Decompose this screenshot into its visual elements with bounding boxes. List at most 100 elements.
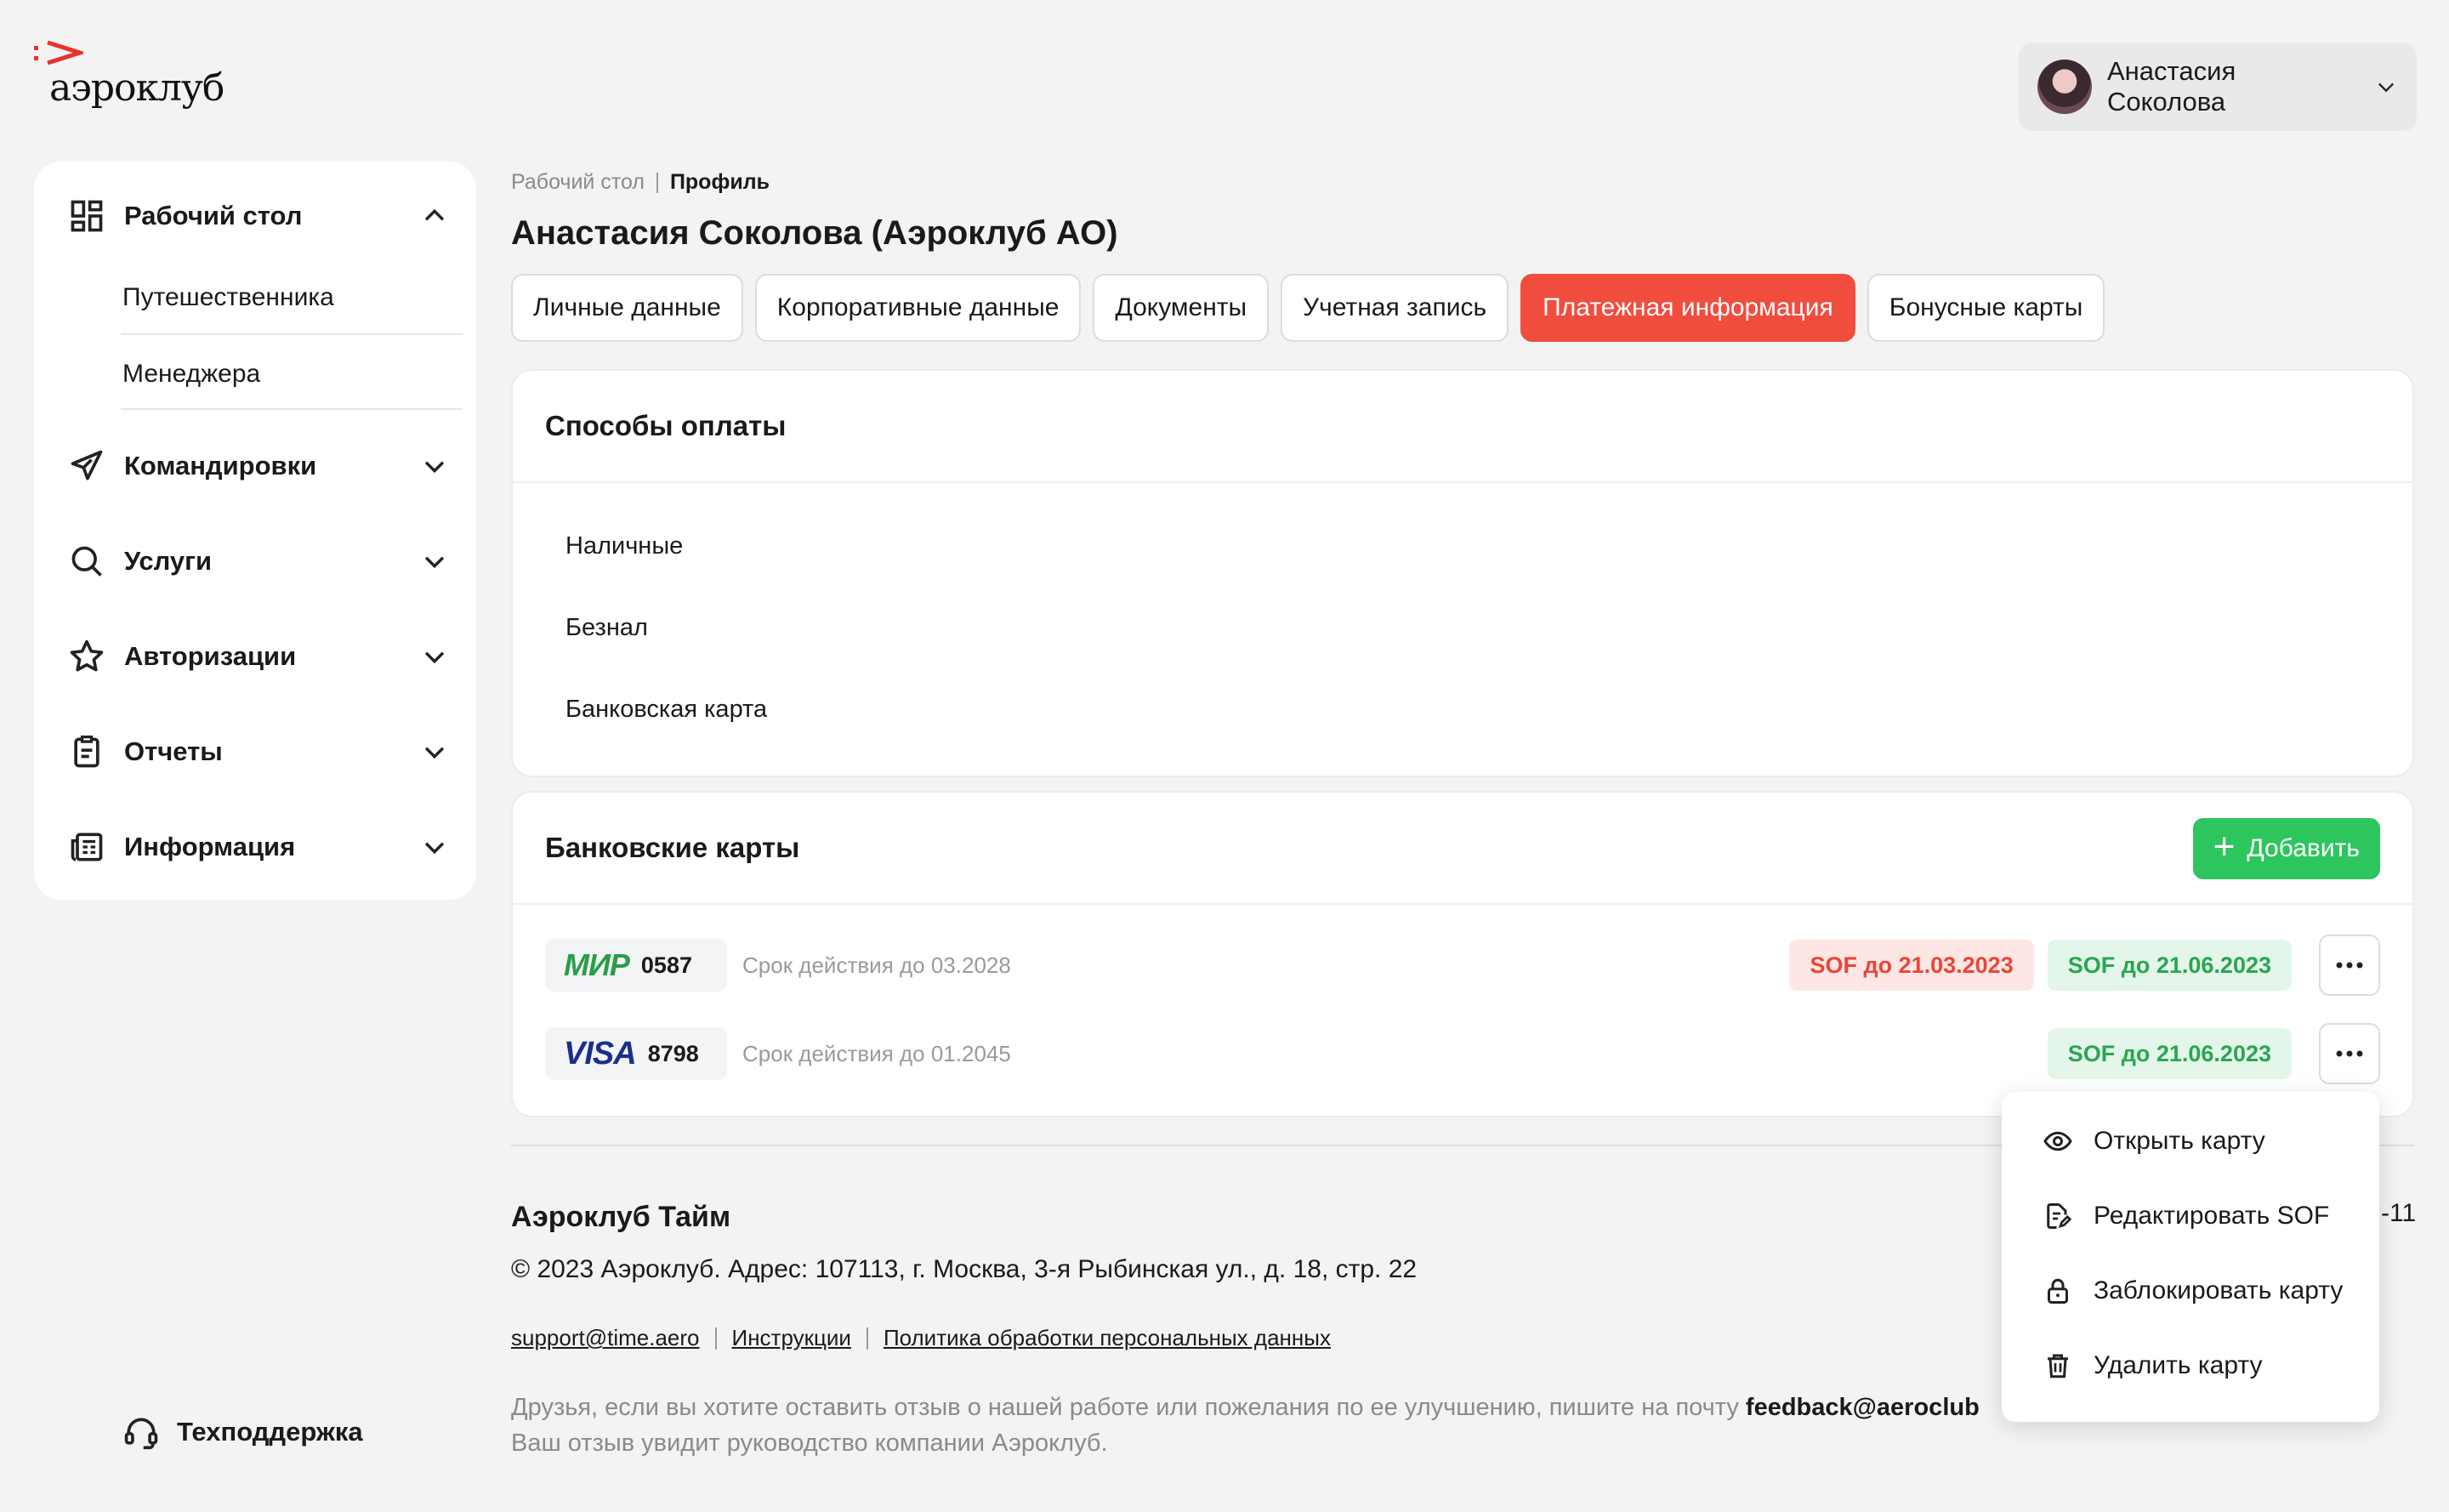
chevron-down-icon	[424, 461, 445, 474]
chevron-down-icon	[424, 842, 445, 855]
divider	[121, 408, 463, 410]
sidebar-item-dashboard[interactable]: Рабочий стол	[68, 190, 459, 242]
profile-tabs: Личные данные Корпоративные данные Докум…	[511, 274, 2105, 342]
more-dots-icon	[2336, 1050, 2363, 1057]
tab-account[interactable]: Учетная запись	[1281, 274, 1509, 342]
support-link[interactable]: Техподдержка	[122, 1413, 363, 1451]
avatar	[2037, 60, 2092, 114]
breadcrumb-separator	[656, 172, 658, 193]
sidebar-item-reports[interactable]: Отчеты	[68, 726, 459, 777]
newspaper-icon	[71, 833, 103, 861]
bank-cards-title: Банковские карты	[513, 793, 2412, 905]
dashboard-icon	[71, 200, 103, 232]
payment-methods-title: Способы оплаты	[513, 371, 2412, 483]
chevron-up-icon	[424, 208, 445, 221]
plus-icon: +	[2213, 826, 2236, 867]
link-separator	[714, 1327, 717, 1350]
sidebar-subitem-label: Менеджера	[122, 360, 261, 388]
footer-note-text-2: Ваш отзыв увидит руководство компании Аэ…	[511, 1430, 1108, 1457]
chevron-down-icon	[424, 556, 445, 569]
card-brand-badge: МИР 0587	[545, 939, 727, 992]
sidebar-subitem-traveler[interactable]: Путешественника	[88, 260, 463, 335]
instructions-link[interactable]: Инструкции	[732, 1325, 851, 1351]
sidebar-item-authorizations[interactable]: Авторизации	[68, 631, 459, 682]
menu-item-label: Редактировать SOF	[2094, 1202, 2330, 1230]
card-last4: 0587	[640, 952, 692, 978]
chevron-down-icon	[424, 747, 445, 759]
footer-note-text: Друзья, если вы хотите оставить отзыв о …	[511, 1394, 1746, 1421]
paper-plane-icon	[71, 450, 103, 480]
user-name: Анастасия Соколова	[2107, 56, 2236, 117]
star-icon	[70, 639, 104, 672]
card-more-button[interactable]	[2319, 1023, 2380, 1084]
sidebar-item-label: Отчеты	[124, 736, 223, 766]
card-expiry: Срок действия до 01.2045	[742, 1040, 1011, 1066]
sidebar-subitem-label: Путешественника	[122, 283, 334, 311]
footer-right-fragment: -11	[2381, 1199, 2417, 1227]
sidebar-item-label: Рабочий стол	[124, 201, 303, 230]
menu-item-label: Открыть карту	[2094, 1127, 2265, 1155]
card-more-button[interactable]	[2319, 935, 2380, 996]
card-last4: 8798	[647, 1040, 699, 1066]
tab-bonus-cards[interactable]: Бонусные карты	[1867, 274, 2105, 342]
menu-item-label: Заблокировать карту	[2094, 1276, 2344, 1305]
sidebar-item-label: Услуги	[124, 546, 213, 576]
trash-icon	[2048, 1354, 2068, 1378]
payment-method-noncash[interactable]: Безнал	[565, 614, 648, 642]
sidebar-item-information[interactable]: Информация	[68, 821, 459, 873]
clipboard-icon	[74, 735, 99, 768]
menu-open-card[interactable]: Открыть карту	[2043, 1126, 2265, 1157]
bank-cards-title-text: Банковские карты	[545, 832, 800, 863]
menu-block-card[interactable]: Заблокировать карту	[2043, 1276, 2343, 1306]
breadcrumb-parent[interactable]: Рабочий стол	[511, 170, 645, 195]
sidebar-item-services[interactable]: Услуги	[68, 536, 459, 587]
payment-method-cash[interactable]: Наличные	[565, 532, 683, 560]
sidebar-item-label: Командировки	[124, 451, 317, 480]
sidebar-item-label: Авторизации	[124, 641, 297, 671]
logo-text: аэроклуб	[49, 66, 224, 110]
edit-document-icon	[2047, 1203, 2072, 1229]
breadcrumb: Рабочий стол Профиль	[511, 170, 770, 195]
page-title: Анастасия Соколова (Аэроклуб АО)	[511, 214, 1118, 252]
headset-icon	[124, 1418, 158, 1450]
footer-note: Друзья, если вы хотите оставить отзыв о …	[511, 1390, 2008, 1461]
footer-links: support@time.aero Инструкции Политика об…	[511, 1325, 1331, 1351]
tab-payment-info[interactable]: Платежная информация	[1520, 274, 1855, 342]
breadcrumb-current: Профиль	[669, 170, 770, 194]
menu-item-label: Удалить карту	[2094, 1351, 2263, 1379]
add-card-label: Добавить	[2247, 834, 2360, 862]
sidebar-subitem-manager[interactable]: Менеджера	[88, 337, 463, 412]
lock-icon	[2048, 1278, 2068, 1304]
chevron-down-icon	[424, 651, 445, 664]
feedback-email[interactable]: feedback@aeroclub	[1746, 1394, 1980, 1421]
support-email-link[interactable]: support@time.aero	[511, 1325, 700, 1351]
card-context-menu: Открыть карту Редактировать SOF Заблокир…	[2002, 1092, 2379, 1422]
aeroclub-logo[interactable]: аэроклуб	[32, 37, 224, 114]
footer-copyright: © 2023 Аэроклуб. Адрес: 107113, г. Москв…	[511, 1255, 1418, 1283]
visa-logo: VISA	[564, 1035, 637, 1071]
eye-icon	[2043, 1131, 2072, 1151]
user-menu[interactable]: Анастасия Соколова	[2019, 43, 2417, 131]
add-card-button[interactable]: + Добавить	[2192, 818, 2380, 879]
tab-personal-data[interactable]: Личные данные	[511, 274, 743, 342]
sof-badge-active: SOF до 21.06.2023	[2047, 1028, 2292, 1079]
sidebar-item-trips[interactable]: Командировки	[68, 441, 459, 492]
card-expiry: Срок действия до 03.2028	[742, 952, 1011, 978]
tab-corporate-data[interactable]: Корпоративные данные	[754, 274, 1082, 342]
privacy-policy-link[interactable]: Политика обработки персональных данных	[884, 1325, 1331, 1351]
sidebar-item-label: Информация	[124, 832, 296, 861]
menu-delete-card[interactable]: Удалить карту	[2043, 1350, 2262, 1381]
menu-edit-sof[interactable]: Редактировать SOF	[2043, 1201, 2329, 1231]
search-icon	[71, 546, 102, 577]
mir-logo: МИР	[564, 947, 630, 982]
more-dots-icon	[2336, 962, 2363, 969]
footer-title: Аэроклуб Тайм	[511, 1201, 731, 1233]
chevron-down-icon	[2378, 82, 2394, 93]
payment-method-bank-card[interactable]: Банковская карта	[565, 696, 767, 724]
tab-documents[interactable]: Документы	[1093, 274, 1270, 342]
bank-card-row[interactable]: МИР 0587 Срок действия до 03.2028 SOF до…	[545, 935, 2380, 996]
bank-card-row[interactable]: VISA 8798 Срок действия до 01.2045 SOF д…	[545, 1023, 2380, 1084]
link-separator	[866, 1327, 868, 1350]
payment-methods-card: Способы оплаты Наличные Безнал Банковска…	[511, 369, 2414, 777]
support-label: Техподдержка	[177, 1417, 363, 1447]
